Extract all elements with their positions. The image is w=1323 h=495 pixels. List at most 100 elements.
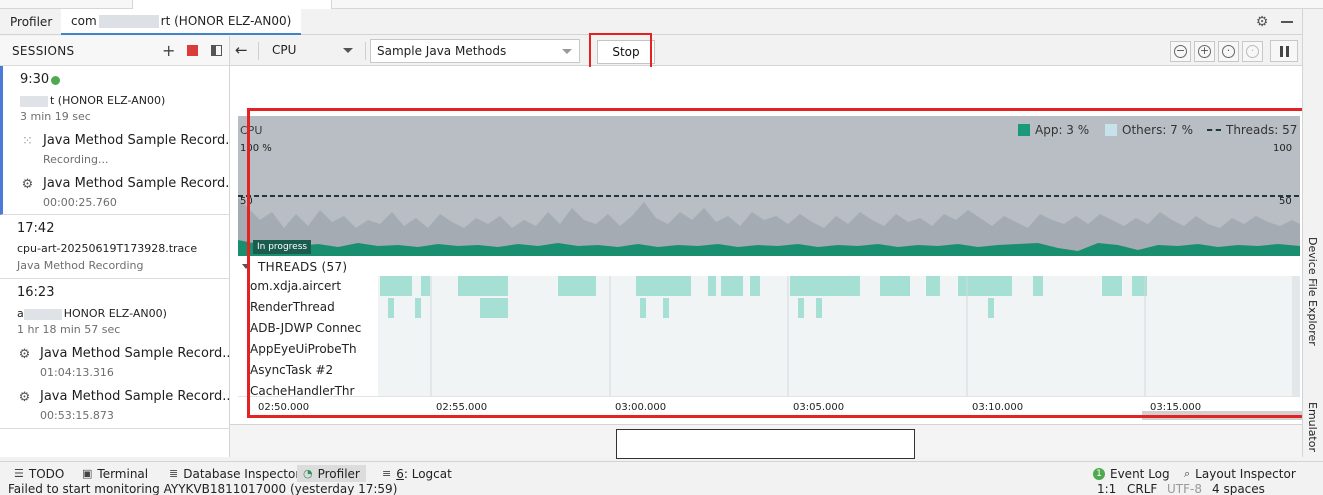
logcat-number: 6: [396, 466, 404, 481]
redacted-block: [23, 308, 62, 320]
y-axis-max-left: 100 %: [240, 143, 272, 154]
logcat-tool[interactable]: ≡ 6: Logcat: [382, 465, 452, 482]
layout-inspector-label: Layout Inspector: [1195, 466, 1296, 481]
session-tab-middle: rt: [160, 14, 171, 28]
session-duration: 3 min 19 sec: [20, 110, 91, 123]
zoom-to-selection-button[interactable]: ·: [1242, 41, 1263, 62]
todo-label: TODO: [28, 466, 65, 481]
caret-position[interactable]: 1:1: [1097, 483, 1116, 495]
sessions-title: SESSIONS: [12, 44, 75, 58]
profiler-tool[interactable]: ◔ Profiler: [297, 465, 366, 482]
bottom-tool-bar: ☰ TODO ▣ Terminal ≣ Database Inspector ◔ Pro…: [0, 461, 1323, 483]
axis-tick-label: 03:05.000: [793, 402, 845, 413]
legend-others: Others: 7 %: [1105, 123, 1193, 137]
recording-title[interactable]: Java Method Sample Record...: [40, 346, 229, 361]
cpu-left-strip: [230, 116, 238, 256]
thread-activity-svg: [380, 276, 1147, 396]
thread-name[interactable]: RenderThread: [250, 300, 335, 314]
axis-tick-label: 03:00.000: [615, 402, 667, 413]
toolbar-separator: [365, 42, 366, 60]
recording-sub: Recording...: [43, 153, 109, 166]
event-log-badge: 1: [1093, 467, 1105, 480]
time-axis: 02:50.000 02:55.000 03:00.000 03:05.000 …: [238, 396, 1300, 418]
legend-app-text: App: 3 %: [1035, 123, 1090, 137]
thread-activity-tracks[interactable]: [378, 276, 1292, 396]
session-live-dot: [51, 76, 60, 85]
zoom-out-icon: −: [1174, 44, 1187, 58]
top-strip: [0, 0, 1323, 9]
thread-name[interactable]: om.xdja.aircert: [250, 279, 341, 293]
profiler-icon: ◔: [303, 467, 313, 480]
status-message[interactable]: Failed to start monitoring AYYKVB1811017…: [8, 483, 397, 495]
terminal-tool[interactable]: ▣ Terminal: [82, 465, 148, 482]
recording-config-select[interactable]: Sample Java Methods: [370, 39, 580, 63]
status-bar: Failed to start monitoring AYYKVB1811017…: [0, 483, 1323, 495]
session-time: 16:23: [17, 285, 55, 300]
device-file-explorer-tab[interactable]: Device File Explorer: [1306, 237, 1319, 346]
profiler-tool-label: Profiler: [10, 15, 53, 29]
database-inspector-tool[interactable]: ≣ Database Inspector: [169, 465, 300, 482]
session-device: a HONOR ELZ-AN00): [17, 307, 167, 320]
sessions-header: SESSIONS +: [0, 36, 229, 66]
session-device-text: t (HONOR ELZ-AN00): [50, 94, 166, 107]
thread-track-scrollbar[interactable]: [1292, 276, 1300, 396]
collapse-triangle-icon[interactable]: [242, 264, 250, 269]
monitor-select[interactable]: CPU: [266, 39, 360, 63]
session-tab-prefix: com: [71, 14, 97, 28]
chevron-down-icon: [562, 49, 572, 54]
recording-title[interactable]: Java Method Sample Record...: [43, 176, 229, 191]
thread-name[interactable]: CacheHandlerThr: [250, 384, 354, 396]
list-icon: ☰: [14, 467, 24, 480]
thread-name[interactable]: ADB-JDWP Connec: [250, 321, 361, 335]
overview-selection-box[interactable]: [616, 429, 915, 459]
session-item[interactable]: 9:30 t (HONOR ELZ-AN00) 3 min 19 sec ⁙ J…: [0, 66, 229, 215]
event-log-tool[interactable]: 1 Event Log: [1093, 465, 1170, 482]
layout-inspector-tool[interactable]: ⌕ Layout Inspector: [1184, 465, 1296, 482]
thread-row-main: [380, 276, 1147, 296]
spinner-icon: ⁙: [22, 134, 33, 149]
session-duration: 1 hr 18 min 57 sec: [17, 323, 121, 336]
session-item[interactable]: 16:23 a HONOR ELZ-AN00) 1 hr 18 min 57 se…: [0, 279, 229, 429]
session-tab[interactable]: com rt (HONOR ELZ-AN00): [61, 9, 302, 35]
redacted-block: [98, 14, 159, 28]
zoom-in-button[interactable]: +: [1194, 41, 1215, 62]
redacted-block: [20, 95, 48, 107]
back-arrow-icon[interactable]: ←: [235, 41, 248, 59]
reset-zoom-button[interactable]: ·: [1218, 41, 1239, 62]
timeline-empty-area: [230, 67, 1302, 114]
threads-header[interactable]: THREADS (57): [230, 257, 1292, 276]
indent-setting[interactable]: 4 spaces: [1212, 483, 1265, 495]
recording-config-value: Sample Java Methods: [377, 44, 507, 58]
toolbar-separator: [258, 42, 259, 60]
zoom-in-icon: +: [1198, 44, 1211, 58]
recording-title[interactable]: Java Method Sample Record...: [43, 133, 229, 148]
timeline-scrollbar-thumb[interactable]: [1142, 411, 1302, 420]
collapse-panel-icon[interactable]: [211, 45, 222, 56]
pause-button[interactable]: [1270, 40, 1298, 62]
todo-tool[interactable]: ☰ TODO: [14, 465, 64, 482]
emulator-tab[interactable]: Emulator: [1306, 402, 1319, 452]
legend-threads-text: Threads: 57: [1226, 123, 1298, 137]
stop-highlight-box: [589, 33, 652, 69]
session-file: cpu-art-20250619T173928.trace: [17, 242, 198, 255]
timeline-overview[interactable]: [230, 424, 1302, 459]
recording-title[interactable]: Java Method Sample Record...: [40, 389, 229, 404]
gear-icon[interactable]: ⚙: [1254, 14, 1270, 30]
add-session-icon[interactable]: +: [162, 41, 175, 60]
legend-threads: Threads: 57: [1207, 123, 1297, 137]
minimize-icon[interactable]: [1281, 21, 1293, 23]
session-item[interactable]: 17:42 cpu-art-20250619T173928.trace Java…: [0, 215, 229, 279]
zoom-out-button[interactable]: −: [1170, 41, 1191, 62]
threads-dash-swatch: [1207, 129, 1221, 131]
cpu-usage-chart[interactable]: [238, 116, 1300, 256]
threads-title: THREADS (57): [258, 260, 348, 274]
stop-session-icon[interactable]: [187, 45, 198, 56]
logcat-label: Logcat: [411, 466, 452, 481]
axis-tick-label: 02:50.000: [258, 402, 310, 413]
monitor-select-value: CPU: [272, 43, 297, 57]
thread-name[interactable]: AppEyeUiProbeTh: [250, 342, 357, 356]
thread-name[interactable]: AsyncTask #2: [250, 363, 333, 377]
file-encoding[interactable]: UTF-8: [1167, 483, 1202, 495]
line-separator[interactable]: CRLF: [1127, 483, 1157, 495]
editor-tab-ghost: [132, 0, 332, 9]
